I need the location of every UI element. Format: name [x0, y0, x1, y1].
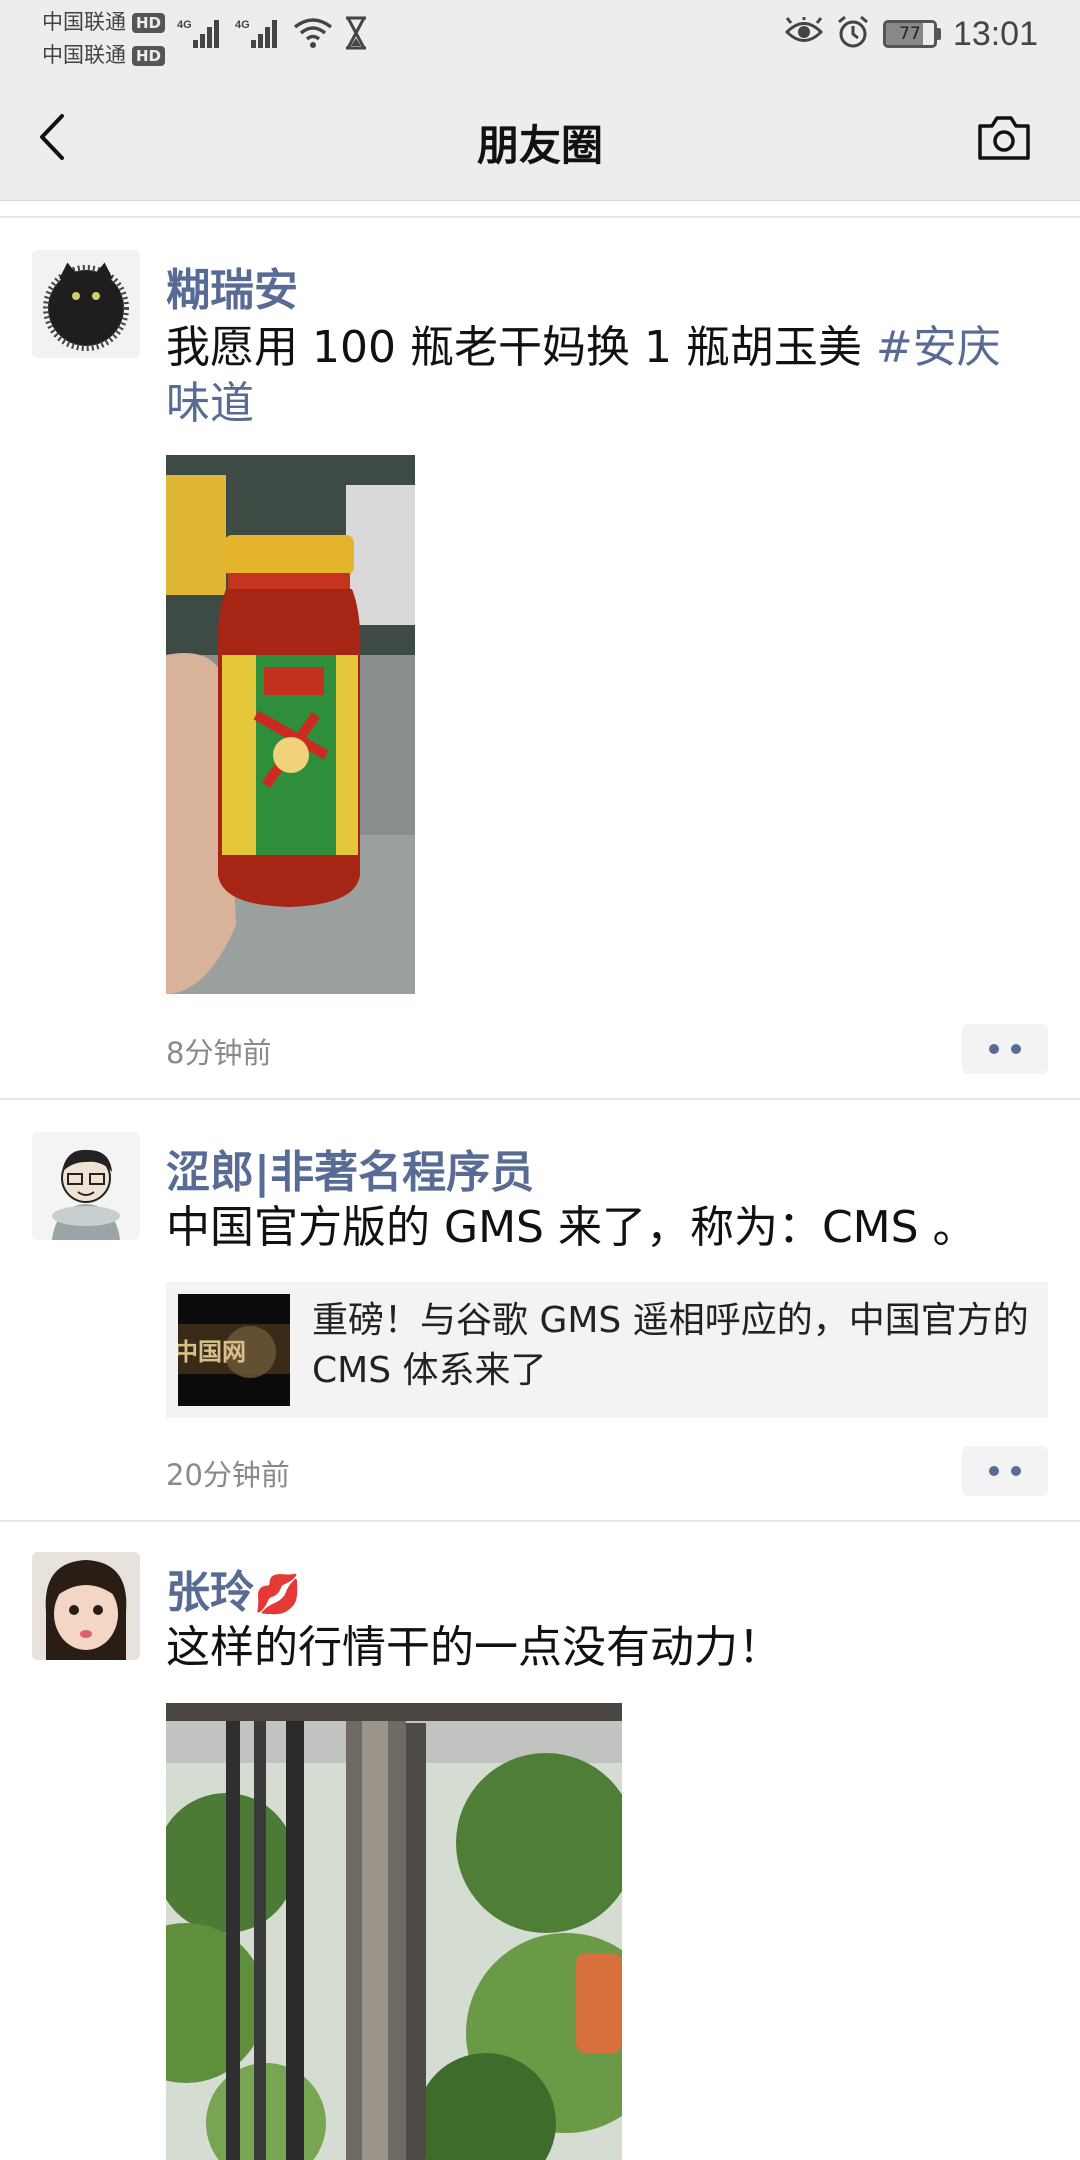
- post-text: 我愿用 100 瓶老干妈换 1 瓶胡玉美 #安庆味道: [166, 320, 1026, 432]
- link-thumb-text: 中国网: [178, 1338, 246, 1366]
- network-label-1: 4G: [177, 19, 192, 31]
- lips-emoji-icon: 💋: [254, 1572, 302, 1616]
- status-bar: 中国联通 HD 中国联通 HD 4G 4G 77 13:01: [0, 0, 1080, 74]
- page-title: 朋友圈: [476, 121, 603, 170]
- camera-icon[interactable]: [976, 112, 1032, 162]
- alarm-icon: [835, 14, 871, 54]
- eye-icon: [784, 15, 824, 51]
- status-time: 13:01: [952, 14, 1038, 53]
- battery-icon: 77: [882, 20, 941, 48]
- signal-icon-2: 4G: [235, 16, 283, 50]
- avatar[interactable]: [32, 250, 140, 358]
- carrier-2: 中国联通: [42, 43, 126, 67]
- wifi-icon: [293, 17, 333, 49]
- shared-link-card[interactable]: 中国网 重磅！与谷歌 GMS 遥相呼应的，中国官方的 CMS 体系来了: [166, 1282, 1048, 1418]
- post-username[interactable]: 张玲💋: [166, 1556, 301, 1620]
- signal-icon: 4G: [177, 16, 225, 50]
- carrier-info: 中国联通 HD 中国联通 HD: [42, 6, 166, 72]
- link-title: 重磅！与谷歌 GMS 遥相呼应的，中国官方的 CMS 体系来了: [312, 1300, 1029, 1391]
- divider: [0, 216, 1080, 218]
- post-image[interactable]: [166, 455, 415, 994]
- post-image[interactable]: [166, 1703, 622, 2160]
- avatar[interactable]: [32, 1132, 140, 1240]
- post-text: 这样的行情干的一点没有动力！: [166, 1622, 782, 1673]
- post-time: 8分钟前: [166, 1036, 272, 1070]
- post-username[interactable]: 糊瑞安: [166, 254, 298, 318]
- divider: [0, 1520, 1080, 1522]
- post-username[interactable]: 涩郎|非著名程序员: [166, 1136, 534, 1200]
- post-time: 20分钟前: [166, 1458, 290, 1492]
- divider: [0, 1098, 1080, 1100]
- network-label-2: 4G: [235, 19, 250, 31]
- more-dots-icon[interactable]: [962, 1024, 1048, 1074]
- avatar[interactable]: [32, 1552, 140, 1660]
- post-text-body: 我愿用 100 瓶老干妈换 1 瓶胡玉美: [166, 322, 876, 373]
- hd-badge-1: HD: [132, 12, 166, 33]
- carrier-1: 中国联通: [42, 10, 126, 34]
- link-thumbnail: 中国网: [178, 1294, 290, 1406]
- hd-badge-2: HD: [132, 45, 166, 66]
- post-text: 中国官方版的 GMS 来了，称为：CMS 。: [166, 1202, 977, 1253]
- hourglass-icon: [343, 16, 369, 50]
- post-username-text: 张玲: [166, 1567, 254, 1618]
- nav-bar: 朋友圈: [0, 74, 1080, 201]
- battery-level: 77: [899, 24, 921, 44]
- more-dots-icon[interactable]: [962, 1446, 1048, 1496]
